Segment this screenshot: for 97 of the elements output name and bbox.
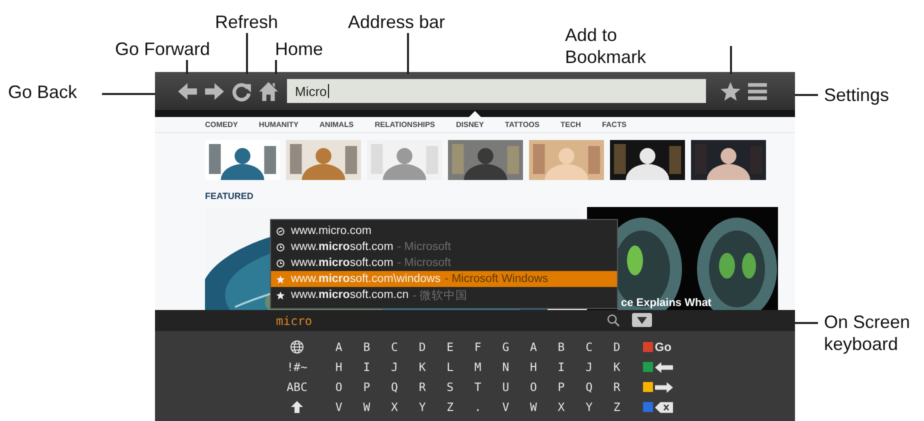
suggestion-title: - Microsoft Windows [444, 273, 548, 285]
hide-keyboard-icon[interactable] [632, 313, 652, 327]
keyboard-key[interactable]: Q [380, 380, 408, 394]
leader-line [275, 60, 277, 74]
keyboard-key[interactable]: W [520, 400, 548, 414]
keyboard-key[interactable]: U [492, 380, 520, 394]
clock-icon [276, 242, 285, 252]
keyboard-key[interactable]: T [464, 380, 492, 394]
refresh-icon[interactable] [231, 80, 252, 102]
search-icon[interactable] [607, 314, 620, 327]
keyboard-input-text: micro [276, 314, 312, 328]
shift-icon[interactable] [290, 400, 304, 414]
keyboard-key[interactable]: F [464, 340, 492, 354]
keyboard-key[interactable]: A [520, 340, 548, 354]
right-arrow-icon[interactable] [654, 382, 673, 392]
keyboard-key[interactable]: !#~ [286, 360, 308, 374]
keyboard-key[interactable]: E [436, 340, 464, 354]
keyboard-key[interactable]: C [380, 340, 408, 354]
suggestion-url: www.micro.com [291, 225, 372, 237]
callout-label: Go Forward [115, 38, 210, 60]
keyboard-key[interactable]: X [547, 400, 576, 414]
keyboard-key[interactable]: O [325, 380, 353, 394]
callout-label: Home [275, 38, 324, 60]
backspace-icon[interactable] [654, 402, 673, 412]
keyboard-key[interactable]: P [352, 380, 381, 394]
menu-icon[interactable] [747, 80, 768, 102]
star-icon [276, 274, 285, 284]
keyboard-key[interactable]: J [380, 360, 408, 374]
suggestion-title: - Microsoft [397, 241, 451, 253]
suggestion-item[interactable]: www.microsoft.com - Microsoft [271, 239, 617, 255]
keyboard-key[interactable]: . [464, 400, 492, 414]
keyboard-key[interactable]: X [380, 400, 408, 414]
suggestion-item[interactable]: www.micro.com [271, 223, 617, 239]
keyboard-key[interactable]: Z [602, 400, 631, 414]
suggestion-item[interactable]: www.microsoft.com.cn - 微软中国 [271, 287, 617, 303]
leader-line [407, 33, 409, 74]
suggestion-title: - 微软中国 [412, 288, 468, 302]
callout-label: On Screen keyboard [824, 311, 912, 355]
leader-line [730, 46, 732, 74]
keyboard-key[interactable]: S [436, 380, 464, 394]
callout-label: Settings [824, 84, 890, 106]
keyboard-key[interactable]: M [464, 360, 492, 374]
keyboard-key[interactable]: K [602, 360, 631, 374]
keyboard-key[interactable]: V [492, 400, 520, 414]
link-icon [276, 226, 285, 236]
callout-label: Address bar [348, 11, 446, 33]
keyboard-key[interactable]: W [352, 400, 381, 414]
star-icon [276, 290, 285, 300]
keyboard-key[interactable]: L [436, 360, 464, 374]
keyboard-key[interactable]: Z [436, 400, 464, 414]
keyboard-key[interactable]: I [547, 360, 576, 374]
keyboard-key[interactable]: V [325, 400, 353, 414]
keyboard-key[interactable]: K [408, 360, 436, 374]
keyboard-key[interactable]: P [547, 380, 576, 394]
go-key[interactable]: Go [654, 340, 672, 354]
suggestion-title: - Microsoft [397, 257, 451, 269]
suggestion-url: www.microsoft.com [291, 241, 394, 253]
clock-icon [276, 258, 285, 268]
keyboard-key[interactable]: Y [575, 400, 603, 414]
keyboard-key[interactable]: I [352, 360, 381, 374]
star-icon[interactable] [720, 80, 741, 102]
leader-line [246, 33, 248, 74]
globe-icon[interactable] [290, 340, 304, 354]
section-heading: FEATURED [205, 191, 254, 201]
suggestion-url: www.microsoft.com [291, 257, 394, 269]
left-arrow-icon[interactable] [654, 362, 673, 372]
keyboard-key[interactable]: D [408, 340, 436, 354]
keyboard-key[interactable]: Q [575, 380, 603, 394]
keyboard-key[interactable]: B [352, 340, 381, 354]
suggestion-url: www.microsoft.com\windows [291, 273, 441, 285]
leader-line [102, 93, 155, 95]
keyboard-key[interactable]: O [520, 380, 548, 394]
address-field[interactable]: Micro [287, 79, 706, 103]
home-icon[interactable] [258, 80, 279, 102]
keyboard-key[interactable]: ABC [286, 380, 308, 394]
keyboard-key[interactable]: Y [408, 400, 436, 414]
keyboard-key[interactable]: G [492, 340, 520, 354]
keyboard-key[interactable]: J [575, 360, 603, 374]
keyboard-key[interactable]: N [492, 360, 520, 374]
leader-line [186, 60, 188, 74]
keyboard-key[interactable]: D [602, 340, 631, 354]
callout-label: Add to Bookmark [565, 24, 648, 68]
keyboard-key[interactable]: H [325, 360, 353, 374]
suggestion-item[interactable]: www.microsoft.com - Microsoft [271, 255, 617, 271]
back-icon[interactable] [177, 80, 198, 102]
keyboard-key[interactable]: C [575, 340, 603, 354]
callout-label: Go Back [8, 81, 78, 103]
forward-icon[interactable] [204, 80, 225, 102]
keyboard-key[interactable]: R [408, 380, 436, 394]
keyboard-key[interactable]: H [520, 360, 548, 374]
article-caption: ce Explains What [621, 297, 712, 310]
callout-label: Refresh [215, 11, 278, 33]
keyboard-key[interactable]: R [602, 380, 631, 394]
leader-line [795, 94, 818, 96]
keyboard-key[interactable]: A [325, 340, 353, 354]
keyboard-key[interactable]: B [547, 340, 576, 354]
suggestion-url: www.microsoft.com.cn [291, 289, 409, 301]
